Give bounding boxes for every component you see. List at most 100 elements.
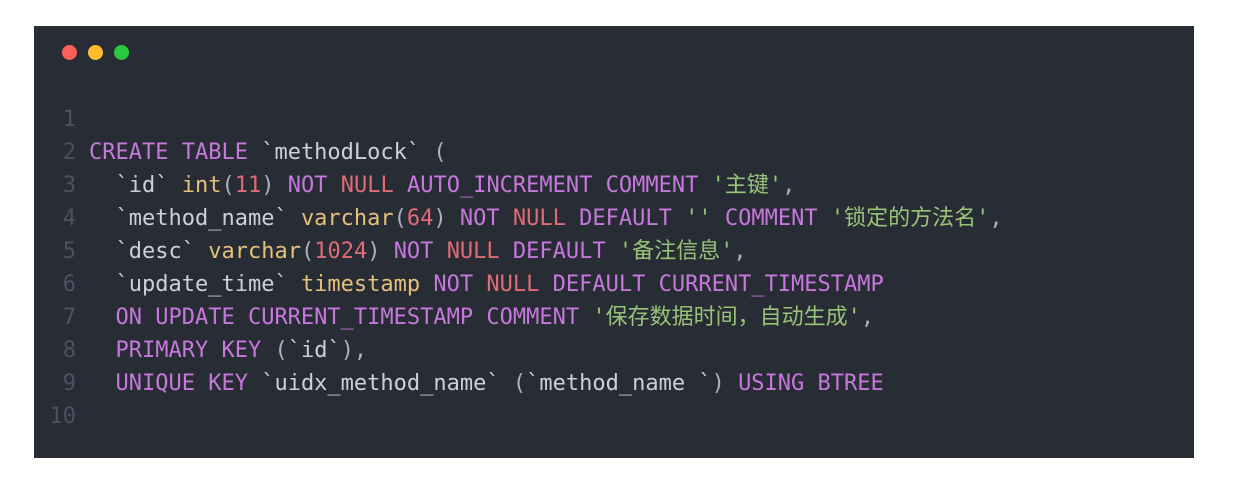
code-line: 7 ON UPDATE CURRENT_TIMESTAMP COMMENT '保… bbox=[34, 301, 1003, 334]
line-number: 3 bbox=[62, 173, 76, 198]
code-line: 9 UNIQUE KEY `uidx_method_name` (`method… bbox=[34, 367, 1003, 400]
code-token-punct bbox=[433, 235, 446, 268]
code-text: `method_name` varchar(64) NOT NULL DEFAU… bbox=[89, 202, 1003, 235]
code-token-keyword: NOT bbox=[287, 173, 328, 198]
code-token-punct bbox=[394, 169, 407, 202]
line-number: 1 bbox=[62, 107, 76, 132]
window-controls bbox=[62, 45, 129, 60]
code-token-keyword: USING BTREE bbox=[738, 371, 884, 396]
code-token-punct bbox=[195, 235, 208, 268]
code-token-null: NULL bbox=[486, 272, 540, 297]
close-dot-icon[interactable] bbox=[62, 45, 77, 60]
code-line: 10 bbox=[34, 400, 1003, 433]
code-token-punct bbox=[327, 169, 340, 202]
code-token-punct: ( bbox=[420, 140, 447, 165]
code-token-keyword: AUTO_INCREMENT COMMENT bbox=[406, 173, 699, 198]
code-token-string: '主键' bbox=[711, 173, 783, 198]
code-token-punct bbox=[89, 334, 116, 367]
line-number: 9 bbox=[62, 371, 76, 396]
code-token-keyword: CREATE TABLE bbox=[89, 140, 248, 165]
code-token-punct bbox=[89, 169, 116, 202]
code-token-punct bbox=[89, 301, 116, 334]
code-token-punct: ( bbox=[221, 173, 235, 198]
code-token-punct: , bbox=[733, 239, 747, 264]
code-token-punct bbox=[698, 169, 711, 202]
code-token-keyword: NOT bbox=[433, 272, 474, 297]
code-token-identifier: `methodLock` bbox=[261, 140, 421, 165]
code-window: 1 2 CREATE TABLE `methodLock` (3 `id` int(… bbox=[34, 26, 1194, 458]
code-token-punct bbox=[288, 268, 301, 301]
code-text: `desc` varchar(1024) NOT NULL DEFAULT '备… bbox=[89, 235, 747, 268]
code-token-punct: ) bbox=[367, 239, 394, 264]
code-token-punct bbox=[248, 136, 261, 169]
maximize-dot-icon[interactable] bbox=[114, 45, 129, 60]
code-token-identifier: `update_time` bbox=[115, 272, 288, 297]
code-token-punct bbox=[500, 235, 513, 268]
code-token-identifier: `method_name ` bbox=[526, 371, 712, 396]
line-number: 8 bbox=[62, 338, 76, 363]
code-token-identifier: `id` bbox=[115, 173, 169, 198]
code-token-type: int bbox=[181, 173, 222, 198]
code-token-identifier: `id` bbox=[287, 338, 341, 363]
code-text: UNIQUE KEY `uidx_method_name` (`method_n… bbox=[89, 367, 884, 400]
code-text: CREATE TABLE `methodLock` ( bbox=[89, 136, 447, 169]
code-token-punct bbox=[579, 301, 592, 334]
code-token-punct bbox=[89, 202, 116, 235]
code-token-type: timestamp bbox=[300, 272, 421, 297]
code-token-punct bbox=[248, 367, 261, 400]
code-token-punct bbox=[288, 202, 301, 235]
code-token-punct: ) bbox=[261, 173, 288, 198]
line-number: 4 bbox=[62, 206, 76, 231]
code-token-keyword: DEFAULT CURRENT_TIMESTAMP bbox=[552, 272, 884, 297]
code-token-punct: , bbox=[989, 206, 1003, 231]
code-token-punct bbox=[712, 202, 725, 235]
line-number: 6 bbox=[62, 272, 76, 297]
code-token-keyword: ON UPDATE CURRENT_TIMESTAMP COMMENT bbox=[115, 305, 580, 330]
line-number: 10 bbox=[49, 404, 77, 429]
code-token-string: '保存数据时间，自动生成' bbox=[592, 305, 861, 330]
code-token-punct: , bbox=[782, 173, 796, 198]
code-token-punct bbox=[473, 268, 486, 301]
code-line: 5 `desc` varchar(1024) NOT NULL DEFAULT … bbox=[34, 235, 1003, 268]
code-text: `update_time` timestamp NOT NULL DEFAULT… bbox=[89, 268, 884, 301]
code-token-punct: ) bbox=[433, 206, 460, 231]
code-token-keyword: NOT bbox=[459, 206, 500, 231]
code-token-keyword: DEFAULT bbox=[579, 206, 672, 231]
code-line: 4 `method_name` varchar(64) NOT NULL DEF… bbox=[34, 202, 1003, 235]
code-token-punct: ), bbox=[340, 338, 368, 363]
code-line: 8 PRIMARY KEY (`id`), bbox=[34, 334, 1003, 367]
code-token-string: '' bbox=[685, 206, 712, 231]
code-token-punct bbox=[89, 367, 116, 400]
code-token-punct bbox=[420, 268, 433, 301]
code-token-null: NULL bbox=[340, 173, 394, 198]
code-token-type: varchar bbox=[208, 239, 301, 264]
code-token-number: 64 bbox=[406, 206, 434, 231]
code-token-punct bbox=[566, 202, 579, 235]
code-token-null: NULL bbox=[446, 239, 500, 264]
code-text: PRIMARY KEY (`id`), bbox=[89, 334, 368, 367]
code-token-punct bbox=[89, 235, 116, 268]
code-token-type: varchar bbox=[300, 206, 394, 231]
code-token-keyword: UNIQUE KEY bbox=[115, 371, 248, 396]
code-token-punct: ) bbox=[711, 371, 739, 396]
code-token-punct bbox=[672, 202, 685, 235]
code-token-punct: , bbox=[860, 305, 875, 330]
code-block[interactable]: 1 2 CREATE TABLE `methodLock` (3 `id` int(… bbox=[34, 103, 1003, 433]
line-number: 2 bbox=[62, 140, 76, 165]
code-token-punct bbox=[89, 268, 116, 301]
code-token-punct bbox=[818, 202, 831, 235]
code-token-number: 11 bbox=[234, 173, 262, 198]
minimize-dot-icon[interactable] bbox=[88, 45, 103, 60]
code-token-punct: ( bbox=[261, 338, 288, 363]
code-token-identifier: `desc` bbox=[115, 239, 195, 264]
code-token-punct: ( bbox=[499, 371, 527, 396]
code-line: 2 CREATE TABLE `methodLock` ( bbox=[34, 136, 1003, 169]
code-token-punct: ( bbox=[300, 239, 315, 264]
code-token-null: NULL bbox=[512, 206, 566, 231]
code-token-number: 1024 bbox=[314, 239, 368, 264]
code-token-punct bbox=[606, 235, 619, 268]
code-token-keyword: PRIMARY KEY bbox=[115, 338, 262, 363]
code-token-punct bbox=[500, 202, 513, 235]
code-line: 6 `update_time` timestamp NOT NULL DEFAU… bbox=[34, 268, 1003, 301]
code-token-identifier: `method_name` bbox=[115, 206, 288, 231]
